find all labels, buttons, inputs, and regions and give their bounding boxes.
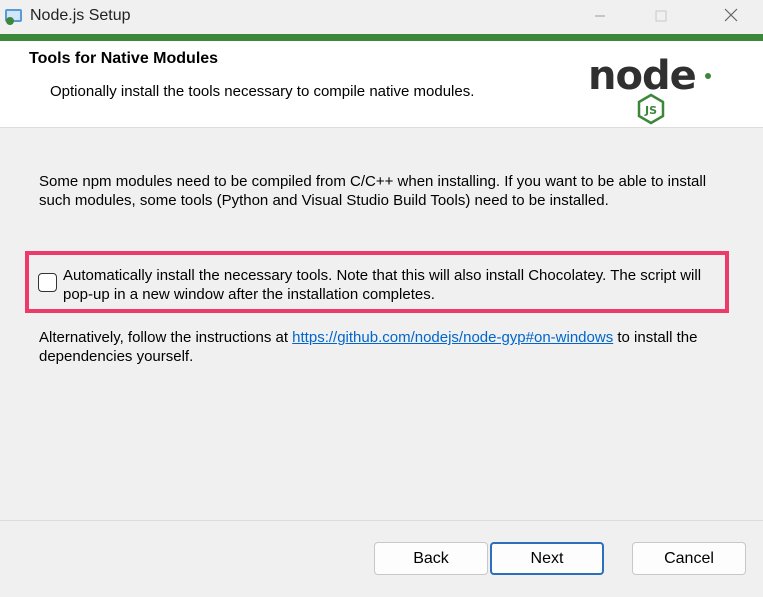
back-button[interactable]: Back	[374, 542, 488, 575]
minimize-button[interactable]	[577, 0, 623, 34]
logo-badge: JS	[644, 104, 657, 117]
node-gyp-link[interactable]: https://github.com/nodejs/node-gyp#on-wi…	[292, 329, 613, 346]
logo-wordmark: node	[588, 53, 696, 99]
title-bar: Node.js Setup	[0, 0, 763, 34]
intro-text: Some npm modules need to be compiled fro…	[39, 173, 707, 209]
header-panel: Tools for Native Modules Optionally inst…	[0, 41, 763, 128]
maximize-button[interactable]	[638, 0, 684, 34]
alternative-prefix: Alternatively, follow the instructions a…	[39, 329, 293, 346]
auto-install-tools-label[interactable]: Automatically install the necessary tool…	[63, 266, 728, 304]
close-icon	[724, 8, 738, 26]
window-title: Node.js Setup	[30, 7, 131, 24]
nodejs-logo: node JS	[586, 45, 718, 125]
installer-app-icon	[4, 6, 24, 26]
cancel-button[interactable]: Cancel	[632, 542, 746, 575]
page-subtitle: Optionally install the tools necessary t…	[50, 83, 475, 100]
auto-install-tools-checkbox[interactable]	[38, 273, 57, 292]
page-title: Tools for Native Modules	[29, 50, 219, 67]
next-button[interactable]: Next	[490, 542, 604, 575]
footer-divider	[0, 520, 763, 521]
maximize-icon	[655, 9, 667, 26]
minimize-icon	[594, 9, 606, 26]
alternative-instructions: Alternatively, follow the instructions a…	[39, 328, 739, 366]
accent-bar	[0, 34, 763, 41]
close-button[interactable]	[708, 0, 754, 34]
